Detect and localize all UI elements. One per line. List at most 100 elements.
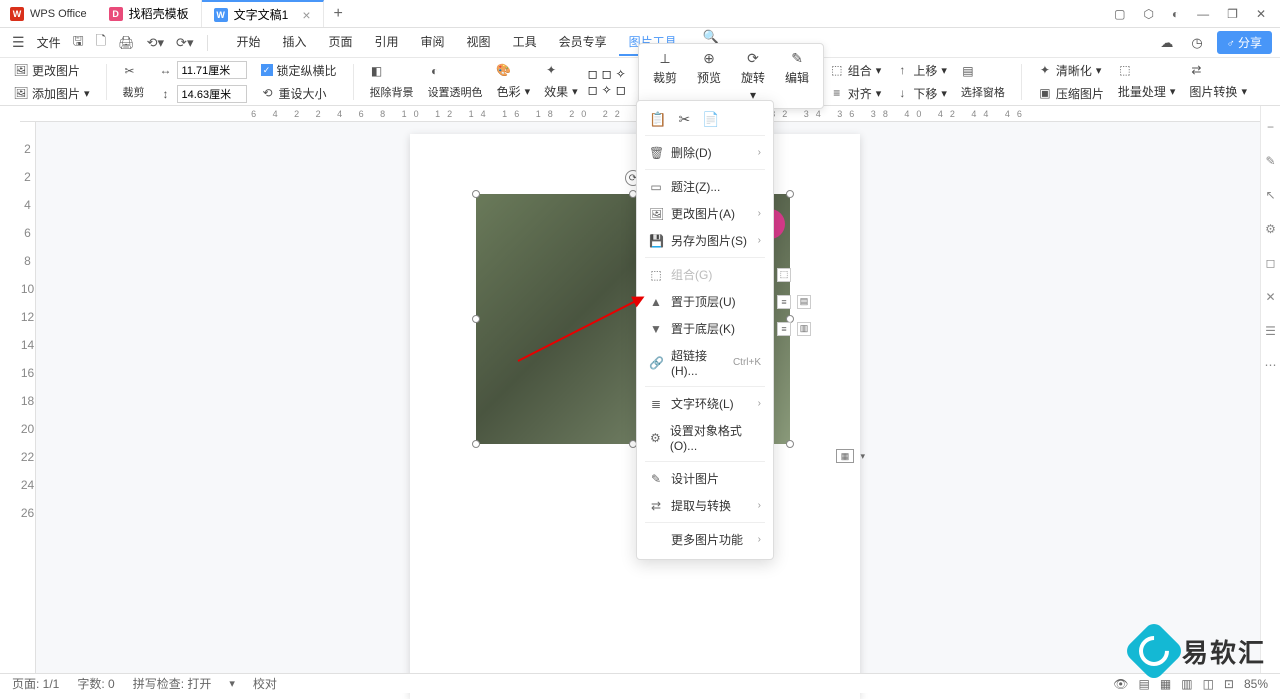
tab-view[interactable]: 视图 — [457, 29, 501, 56]
tab-review[interactable]: 审阅 — [411, 29, 455, 56]
menu-change-image[interactable]: 🖼更改图片(A)› — [637, 200, 773, 227]
menu-save-as-image[interactable]: 💾另存为图片(S)› — [637, 227, 773, 254]
rotate-tool[interactable]: ⟳旋转▾ — [731, 48, 775, 104]
menu-icon[interactable]: ☰ — [8, 34, 29, 51]
change-image-button[interactable]: 🖼更改图片 — [10, 60, 94, 81]
tab-member[interactable]: 会员专享 — [549, 29, 617, 56]
style-icon[interactable]: ◻ — [588, 67, 598, 81]
spell-check-status[interactable]: 拼写检查: 打开 — [133, 675, 212, 692]
user-icon[interactable]: ◐ — [1172, 7, 1179, 21]
back-ext2-icon[interactable]: ▥ — [797, 322, 811, 336]
resize-handle-tr[interactable] — [786, 190, 794, 198]
resize-handle-br[interactable] — [786, 440, 794, 448]
remove-bg-button[interactable]: ◧ — [366, 62, 418, 80]
menu-delete[interactable]: 🗑删除(D)› — [637, 139, 773, 166]
notification-icon[interactable]: ◷ — [1187, 35, 1206, 51]
front-ext-icon[interactable]: ≡ — [777, 295, 791, 309]
layout-view-icon[interactable]: ▤ — [1139, 677, 1150, 691]
more-icon[interactable]: ⋯ — [1265, 358, 1277, 372]
style-icon[interactable]: ✧ — [602, 83, 612, 97]
paste-icon[interactable]: 📄 — [702, 111, 719, 128]
resize-handle-ml[interactable] — [472, 315, 480, 323]
front-ext2-icon[interactable]: ▤ — [797, 295, 811, 309]
outline-view-icon[interactable]: ▥ — [1181, 677, 1192, 691]
page-indicator[interactable]: 页面: 1/1 — [12, 675, 59, 692]
shape-icon[interactable]: ◻ — [1266, 256, 1276, 270]
copy-icon[interactable]: 📋 — [649, 111, 666, 128]
cloud-icon[interactable]: ☁ — [1156, 35, 1177, 51]
width-input[interactable] — [177, 61, 247, 79]
menu-design-image[interactable]: ✎设计图片 — [637, 465, 773, 492]
compress-button[interactable]: ▣压缩图片 — [1034, 83, 1108, 104]
clarify-button[interactable]: ✦清晰化 ▾ — [1034, 60, 1108, 81]
save-icon[interactable]: 🖫 — [69, 32, 88, 54]
menu-caption[interactable]: ▭题注(Z)... — [637, 173, 773, 200]
layout-icon[interactable]: ▢ — [1114, 7, 1125, 21]
print-preview-icon[interactable]: 🗋 — [92, 32, 110, 54]
preview-tool[interactable]: ⊕预览 — [687, 48, 731, 104]
move-down-button[interactable]: ↓下移 ▾ — [891, 83, 951, 104]
crop-tool[interactable]: ⟂裁剪 — [643, 48, 687, 104]
color-label[interactable]: 色彩 ▾ — [493, 81, 535, 102]
file-menu[interactable]: 文件 — [33, 34, 65, 51]
move-up-button[interactable]: ↑上移 ▾ — [891, 60, 951, 81]
tab-page[interactable]: 页面 — [319, 29, 363, 56]
tab-add-button[interactable]: + — [324, 5, 353, 23]
height-input[interactable] — [177, 85, 247, 103]
minimize-button[interactable]: — — [1197, 7, 1209, 21]
minus-icon[interactable]: − — [1267, 120, 1274, 134]
remove-bg-label[interactable]: 抠除背景 — [366, 82, 418, 102]
redo-icon[interactable]: ⟳▾ — [172, 35, 197, 51]
tools-icon[interactable]: ✕ — [1265, 290, 1275, 304]
focus-icon[interactable]: ⊡ — [1224, 677, 1234, 691]
tab-insert[interactable]: 插入 — [272, 29, 316, 56]
proofing-status[interactable]: 校对 — [253, 675, 277, 692]
group-button[interactable]: ⬚组合 ▾ — [826, 60, 886, 81]
tab-tools[interactable]: 工具 — [503, 29, 547, 56]
tab-document[interactable]: W 文字文稿1 × — [202, 0, 324, 27]
zoom-level[interactable]: 85% — [1244, 677, 1268, 691]
read-view-icon[interactable]: ◫ — [1203, 677, 1214, 691]
close-button[interactable]: ✕ — [1256, 7, 1266, 21]
undo-icon[interactable]: ⟲▾ — [143, 35, 168, 51]
menu-send-back[interactable]: ▼置于底层(K)≡▥ — [637, 315, 773, 342]
print-icon[interactable]: 🖨 — [114, 35, 139, 51]
tab-reference[interactable]: 引用 — [365, 29, 409, 56]
lock-ratio-checkbox[interactable]: ✓锁定纵横比 — [257, 60, 341, 81]
layers-icon[interactable]: ☰ — [1265, 324, 1276, 338]
crop-button[interactable]: ✂ — [119, 62, 149, 80]
resize-handle-tl[interactable] — [472, 190, 480, 198]
tab-templates[interactable]: D 找稻壳模板 — [97, 0, 202, 27]
menu-more[interactable]: 更多图片功能› — [637, 526, 773, 553]
select-pane-button[interactable]: ▤ — [957, 62, 1009, 80]
effect-label[interactable]: 效果 ▾ — [540, 81, 582, 102]
reset-size-button[interactable]: ⟲重设大小 — [257, 83, 341, 104]
share-button[interactable]: ♂ 分享 — [1217, 31, 1272, 54]
convert-label[interactable]: 图片转换 ▾ — [1185, 81, 1251, 102]
style-icon[interactable]: ◻ — [616, 83, 626, 97]
document-page[interactable]: ⟳ ▦ — [410, 134, 860, 699]
batch-label[interactable]: 批量处理 ▾ — [1114, 81, 1180, 102]
align-button[interactable]: ≡对齐 ▾ — [826, 83, 886, 104]
resize-handle-bl[interactable] — [472, 440, 480, 448]
select-pane-label[interactable]: 选择窗格 — [957, 82, 1009, 102]
cut-icon[interactable]: ✂ — [678, 111, 690, 128]
tab-start[interactable]: 开始 — [226, 29, 270, 56]
menu-hyperlink[interactable]: 🔗超链接(H)...Ctrl+K — [637, 342, 773, 383]
transparency-button[interactable]: ◐ — [424, 62, 487, 80]
menu-extract[interactable]: ⇄提取与转换› — [637, 492, 773, 519]
edit-tool[interactable]: ✎编辑 — [775, 48, 819, 104]
maximize-button[interactable]: ❐ — [1227, 7, 1238, 21]
cube-icon[interactable]: ⬡ — [1143, 7, 1153, 21]
view-icon[interactable]: 👁 — [1113, 677, 1128, 691]
style-icon[interactable]: ◻ — [602, 67, 612, 81]
batch-button[interactable]: ⬚ — [1114, 61, 1180, 79]
crop-label[interactable]: 裁剪 — [119, 82, 149, 102]
add-image-button[interactable]: 🖼添加图片 ▾ — [10, 83, 94, 104]
style-icon[interactable]: ◻ — [588, 83, 598, 97]
tab-close-icon[interactable]: × — [302, 7, 310, 23]
color-button[interactable]: 🎨 — [493, 61, 535, 79]
style-icon[interactable]: ✧ — [616, 67, 626, 81]
word-count[interactable]: 字数: 0 — [77, 675, 114, 692]
menu-text-wrap[interactable]: ≣文字环绕(L)› — [637, 390, 773, 417]
